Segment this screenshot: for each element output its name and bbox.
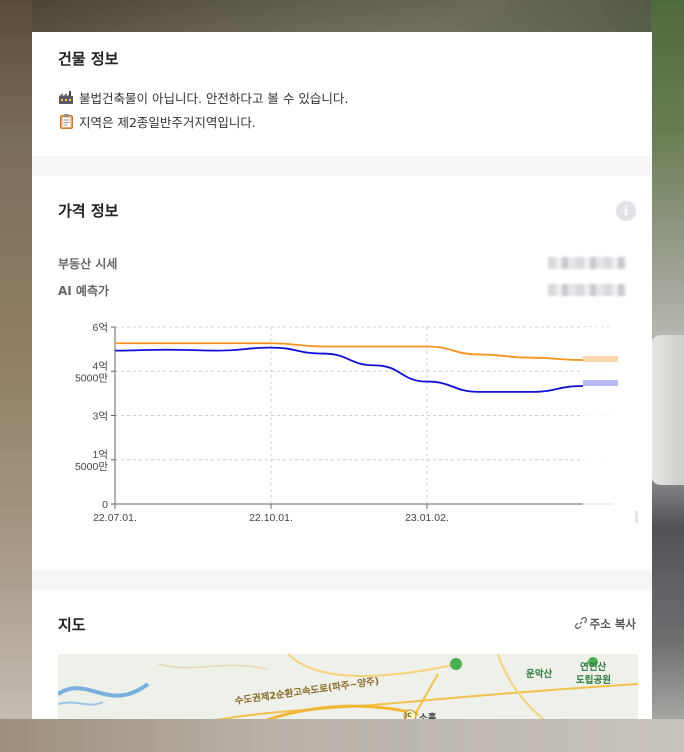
background-left-edge xyxy=(0,0,32,752)
section-divider xyxy=(32,156,652,176)
info-panel: 건물 정보 불법건축물이 아닙니다. 안전하다고 볼 수 있습니다. 지역은 제… xyxy=(32,32,652,719)
building-zone-row: 지역은 제2종일반주거지역입니다. xyxy=(58,111,626,131)
factory-icon xyxy=(58,89,74,105)
background-bottom-edge xyxy=(0,719,684,752)
x-label-blurred xyxy=(635,511,638,523)
y-tick-label-bottom: 5000만 xyxy=(75,461,108,473)
link-icon xyxy=(574,616,587,632)
copy-address-label: 주소 복사 xyxy=(589,617,636,631)
map-title: 지도 xyxy=(58,616,86,634)
ai-line-blurred-tail xyxy=(583,380,618,386)
map-section: 지도 주소 복사 수도권제2순환고속도로(파주~양주) 운악산 연인산 도립공원… xyxy=(32,590,652,719)
market-price-line xyxy=(115,342,584,361)
map-label-park-1: 연인산 xyxy=(580,662,607,673)
ai-price-line xyxy=(114,346,584,393)
y-tick-label: 3억 xyxy=(93,411,109,423)
price-chart-svg: 01억5000만3억4억5000만6억22.07.01. 22.10.01. 23.… xyxy=(75,322,638,524)
y-tick-label: 6억 xyxy=(93,322,109,334)
market-line-blurred-tail xyxy=(583,356,618,363)
map-view[interactable]: 수도권제2순환고속도로(파주~양주) 운악산 연인산 도립공원 JC 소흘 xyxy=(58,654,638,719)
map-jc-badge: JC xyxy=(405,712,412,719)
market-price-label: 부동산 시세 xyxy=(58,256,118,271)
section-divider-2 xyxy=(32,570,652,590)
y-tick-label-bottom: 5000만 xyxy=(75,372,108,384)
building-legal-row: 불법건축물이 아닙니다. 안전하다고 볼 수 있습니다. xyxy=(58,87,626,107)
copy-address-button[interactable]: 주소 복사 xyxy=(574,616,636,632)
ai-price-value-blurred xyxy=(548,284,626,296)
x-tick-label: 22.07.01. xyxy=(93,512,137,524)
ai-price-label: AI 예측가 xyxy=(58,283,110,298)
building-info-title: 건물 정보 xyxy=(58,50,119,68)
y-tick-label-top: 4억 xyxy=(93,360,109,372)
price-chart: 0 1억 5000만 3억 4억 5000만 6억 22.07.01. 22.10.01. 23.… xyxy=(48,322,638,532)
chart-blur-overlay xyxy=(583,327,623,510)
x-tick-label: 23.01.02. xyxy=(405,512,449,524)
clipboard-icon xyxy=(58,113,74,129)
map-label-mountain: 운악산 xyxy=(526,669,553,680)
market-price-value-blurred xyxy=(548,257,626,269)
y-tick-label: 0 xyxy=(102,499,108,511)
building-legal-text: 불법건축물이 아닙니다. 안전하다고 볼 수 있습니다. xyxy=(79,90,349,106)
map-label-jc: 소흘 xyxy=(419,713,437,719)
building-info-section: 건물 정보 불법건축물이 아닙니다. 안전하다고 볼 수 있습니다. 지역은 제… xyxy=(32,32,652,156)
building-zone-text: 지역은 제2종일반주거지역입니다. xyxy=(79,114,256,130)
market-price-row: 부동산 시세 xyxy=(58,253,626,273)
info-icon[interactable]: i xyxy=(616,201,636,221)
ai-price-row: AI 예측가 xyxy=(58,280,626,300)
x-tick-label: 22.10.01. xyxy=(249,512,293,524)
map-label-park-2: 도립공원 xyxy=(576,675,611,686)
price-info-title: 가격 정보 xyxy=(58,202,119,220)
y-tick-label-top: 1억 xyxy=(93,449,109,461)
price-info-section: 가격 정보 i 부동산 시세 AI 예측가 0 1억 5000만 3억 4억 5000만 6… xyxy=(32,176,652,570)
background-car xyxy=(651,335,684,485)
